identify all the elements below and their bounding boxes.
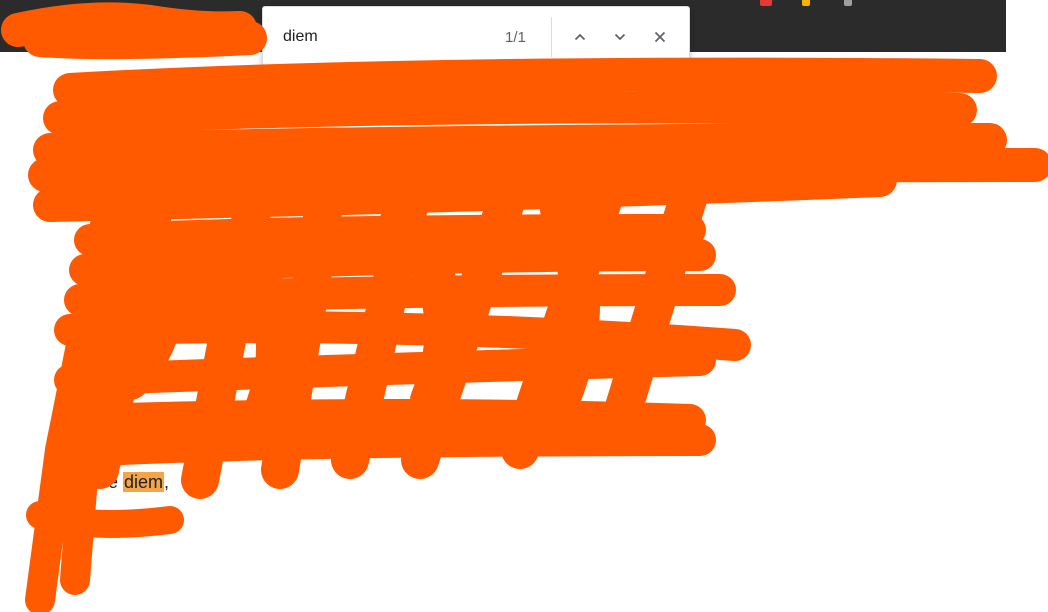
find-input[interactable]	[283, 25, 483, 49]
document-content: e diem,	[0, 52, 1048, 612]
text-fragment-suffix: ,	[164, 472, 170, 492]
extension-icon-red[interactable]	[760, 0, 772, 6]
extension-icon-gray[interactable]	[844, 0, 852, 6]
close-find-button[interactable]	[646, 23, 674, 51]
chevron-down-icon	[614, 33, 626, 41]
search-match-highlight: diem	[123, 472, 165, 492]
text-fragment: e	[108, 472, 119, 492]
close-icon	[654, 31, 666, 43]
document-text-line: e diem,	[108, 472, 169, 493]
chevron-up-icon	[574, 33, 586, 41]
extension-icon-yellow[interactable]	[802, 0, 810, 6]
find-divider	[551, 17, 552, 57]
next-match-button[interactable]	[606, 23, 634, 51]
previous-match-button[interactable]	[566, 23, 594, 51]
match-count: 1/1	[505, 29, 526, 46]
